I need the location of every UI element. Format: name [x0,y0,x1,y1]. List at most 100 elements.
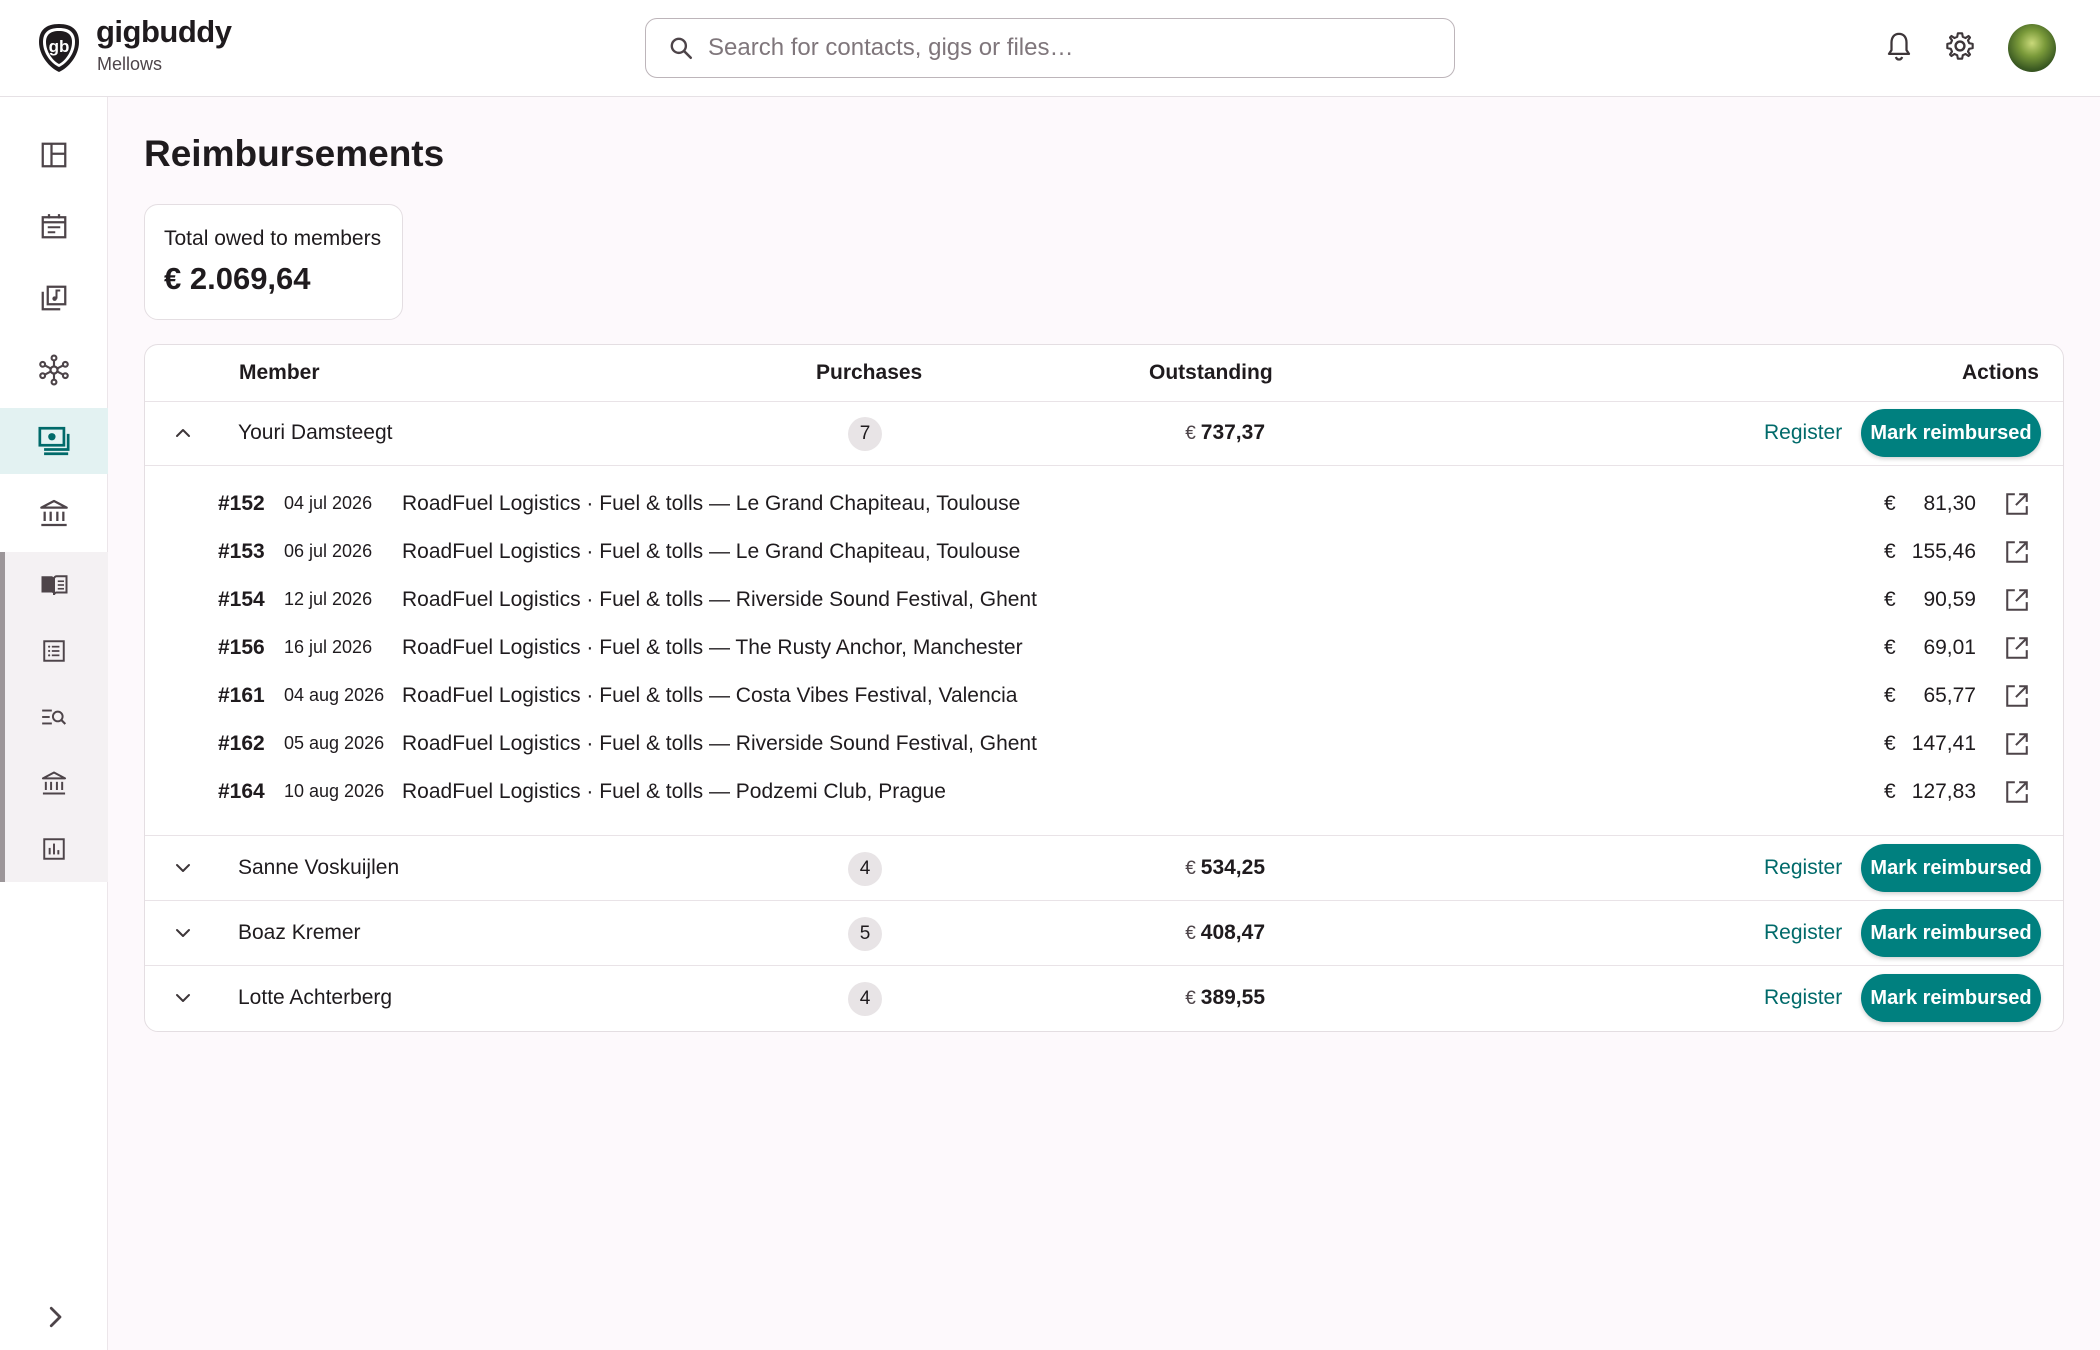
currency-symbol: € [1185,988,1196,1009]
purchase-row: #153 06 jul 2026 RoadFuel Logistics · Fu… [145,528,2063,576]
page-title: Reimbursements [144,133,445,174]
outstanding-amount: €534,25 [1185,856,1265,880]
purchase-date: 04 aug 2026 [284,685,385,705]
open-in-new-icon[interactable] [2004,731,2030,757]
reimbursements-table: Member Purchases Outstanding Actions You… [144,344,2064,1032]
total-owed-card: Total owed to members € 2.069,64 [144,204,403,320]
network-icon [39,354,69,386]
currency-symbol: € [1185,858,1196,879]
purchase-count-badge: 4 [848,852,882,886]
nav-bank-accounts[interactable] [0,750,108,816]
currency-symbol: € [1884,540,1896,563]
member-name: Boaz Kremer [238,921,361,944]
expand-rail-chevron-icon[interactable] [40,1302,70,1337]
open-in-new-icon[interactable] [2004,491,2030,517]
bank-icon [41,771,67,795]
nav-calendar[interactable] [0,193,108,259]
purchase-amount: 147,41 [1911,732,1976,755]
gear-icon[interactable] [1944,30,1976,67]
nav-ledger[interactable] [0,552,108,618]
nav-bank[interactable] [0,480,108,546]
purchase-id: #162 [218,732,265,755]
outstanding-amount: €408,47 [1185,921,1265,945]
gigbuddy-logo-icon[interactable]: gb [36,22,82,74]
search-icon [670,37,693,60]
outstanding-amount: €389,55 [1185,986,1265,1010]
mark-reimbursed-button[interactable]: Mark reimbursed [1861,909,2041,957]
nav-music-library[interactable] [0,265,108,331]
svg-text:gb: gb [49,37,70,56]
currency-symbol: € [1884,636,1896,659]
purchase-amount: 69,01 [1923,636,1976,659]
nav-network[interactable] [0,337,108,403]
currency-symbol: € [1185,423,1196,444]
chevron-up-icon[interactable] [171,421,195,445]
purchase-date: 06 jul 2026 [284,541,373,561]
purchase-amount: 90,59 [1923,588,1976,611]
currency-symbol: € [1884,492,1896,515]
outstanding-value: 737,37 [1200,421,1265,444]
dashboard-icon [41,142,67,168]
purchase-description: RoadFuel Logistics · Fuel & tolls — Le G… [402,492,1021,515]
purchase-date: 10 aug 2026 [284,781,385,801]
outstanding-value: 534,25 [1200,856,1265,879]
open-in-new-icon[interactable] [2004,587,2030,613]
member-name: Sanne Voskuijlen [238,856,400,879]
register-link[interactable]: Register [1764,986,1842,1010]
side-rail [0,97,108,1350]
bell-icon[interactable] [1884,30,1914,69]
column-header-actions: Actions [1961,361,2039,384]
register-link[interactable]: Register [1764,856,1842,880]
member-name: Youri Damsteegt [238,421,393,444]
search-box[interactable] [645,18,1455,78]
purchase-row: #162 05 aug 2026 RoadFuel Logistics · Fu… [145,720,2063,768]
outstanding-value: 408,47 [1200,921,1265,944]
purchase-id: #154 [218,588,265,611]
register-link[interactable]: Register [1764,921,1842,945]
open-in-new-icon[interactable] [2004,539,2030,565]
purchase-id: #161 [218,684,265,707]
chevron-down-icon[interactable] [171,856,195,880]
purchase-count-badge: 4 [848,982,882,1016]
purchase-description: RoadFuel Logistics · Fuel & tolls — Le G… [402,540,1021,563]
chevron-down-icon[interactable] [171,986,195,1010]
outstanding-amount: €737,37 [1185,421,1265,445]
mark-reimbursed-button[interactable]: Mark reimbursed [1861,844,2041,892]
purchase-amount: 127,83 [1911,780,1976,803]
currency-symbol: € [1185,923,1196,944]
purchase-row: #156 16 jul 2026 RoadFuel Logistics · Fu… [145,624,2063,672]
register-link[interactable]: Register [1764,421,1842,445]
nav-reimbursements[interactable] [0,408,108,474]
currency-symbol: € [1884,588,1896,611]
mark-reimbursed-button[interactable]: Mark reimbursed [1861,974,2041,1022]
nav-dashboard[interactable] [0,122,108,188]
nav-list[interactable] [0,618,108,684]
purchase-description: RoadFuel Logistics · Fuel & tolls — The … [402,636,1023,659]
mark-reimbursed-button[interactable]: Mark reimbursed [1861,409,2041,457]
open-in-new-icon[interactable] [2004,635,2030,661]
open-in-new-icon[interactable] [2004,779,2030,805]
purchase-row: #152 04 jul 2026 RoadFuel Logistics · Fu… [145,480,2063,528]
purchase-date: 12 jul 2026 [284,589,373,609]
column-header-purchases: Purchases [816,361,923,384]
nav-search-list[interactable] [0,684,108,750]
purchase-description: RoadFuel Logistics · Fuel & tolls — Rive… [402,732,1037,755]
purchase-row: #161 04 aug 2026 RoadFuel Logistics · Fu… [145,672,2063,720]
ledger-book-icon [41,575,68,596]
chevron-down-icon[interactable] [171,921,195,945]
organization-name: Mellows [97,54,163,74]
member-name: Lotte Achterberg [238,986,393,1009]
purchase-description: RoadFuel Logistics · Fuel & tolls — Cost… [402,684,1018,707]
search-list-icon [42,709,67,725]
search-input[interactable] [708,29,1428,67]
purchase-date: 16 jul 2026 [284,637,373,657]
nav-reports[interactable] [0,816,108,882]
column-header-member: Member [239,361,320,384]
total-owed-value: € 2.069,64 [164,261,311,296]
purchase-row: #164 10 aug 2026 RoadFuel Logistics · Fu… [145,768,2063,816]
currency-symbol: € [1884,780,1896,803]
open-in-new-icon[interactable] [2004,683,2030,709]
currency-symbol: € [1884,684,1896,707]
total-owed-label: Total owed to members [164,227,382,250]
avatar[interactable] [2008,24,2056,72]
